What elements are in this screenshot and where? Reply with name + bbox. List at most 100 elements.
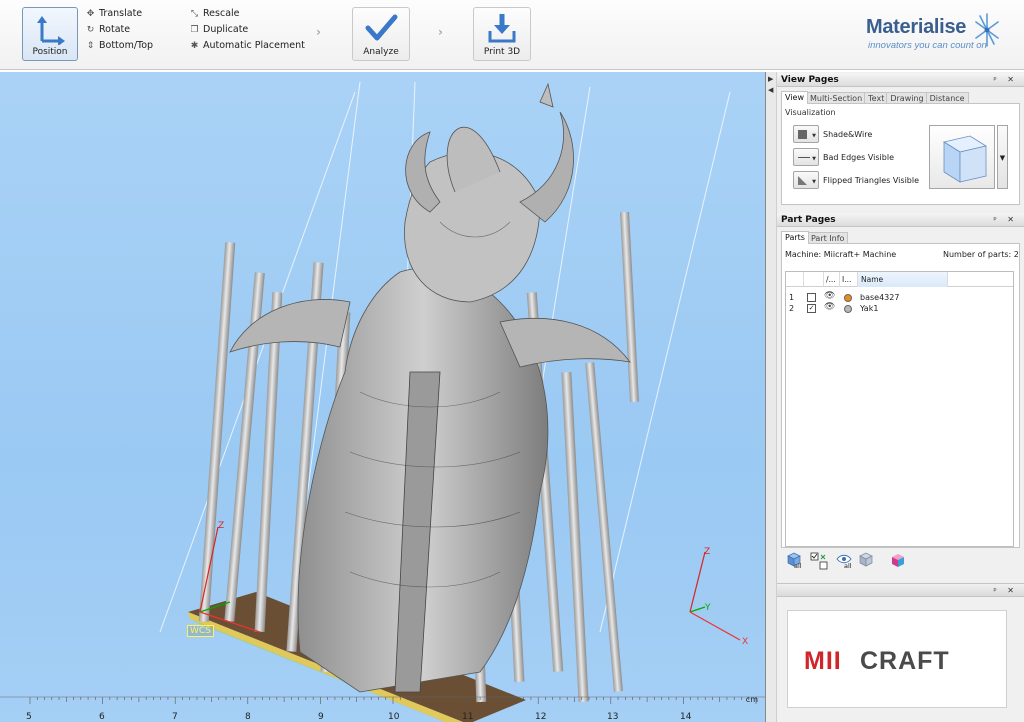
row-checkbox[interactable] xyxy=(807,293,816,302)
miicraft-logo-panel: MII CRAFT xyxy=(787,610,1007,708)
ruler-tick-label: 8 xyxy=(245,712,251,722)
tab-view[interactable]: View xyxy=(781,91,808,104)
view-pages-tabs: View Multi-Section Text Drawing Distance xyxy=(781,91,969,104)
hide-part-button[interactable] xyxy=(857,551,877,571)
rotate-tool[interactable]: ↻ Rotate xyxy=(85,23,130,37)
flipped-triangles-button[interactable]: ▼ xyxy=(793,171,819,189)
ruler-tick-label: 14 xyxy=(680,712,692,722)
ruler-tick-label: 12 xyxy=(535,712,547,722)
row-number: 1 xyxy=(789,293,795,302)
pin-close-icon[interactable]: ᵖ ✕ xyxy=(993,73,1018,87)
show-all-button[interactable]: all xyxy=(835,551,855,571)
view-cube-button[interactable] xyxy=(929,125,995,189)
parts-table[interactable]: /... I... Name 1 👁 base4327 2 ✓ 👁 Yak1 xyxy=(785,271,1014,547)
svg-text:MII: MII xyxy=(804,647,842,673)
position-icon xyxy=(37,16,65,46)
analyze-label: Analyze xyxy=(363,47,399,57)
parts-count: Number of parts: 2 xyxy=(943,250,1019,259)
part-color-dot xyxy=(844,305,852,313)
row-number: 2 xyxy=(789,304,795,313)
column-header-name[interactable]: Name xyxy=(858,272,948,287)
ruler-tick-label: 13 xyxy=(607,712,619,722)
collapse-arrow-icon[interactable]: ▶ xyxy=(768,75,773,83)
ruler-tick-label: 10 xyxy=(388,712,400,722)
ruler-tick-label: 6 xyxy=(99,712,105,722)
checkmark-icon xyxy=(365,14,398,41)
ribbon-toolbar: Position ✥ Translate ↻ Rotate ⇕ Bottom/Top … xyxy=(0,0,1024,70)
axis-y-label-right: Y xyxy=(704,603,711,613)
chevron-right-icon: › xyxy=(438,25,443,39)
brand-tagline: innovators you can count on xyxy=(868,40,987,51)
axis-z-label-right: Z xyxy=(704,547,710,557)
bad-edges-option[interactable]: ▼ Bad Edges Visible xyxy=(793,148,894,166)
ruler-tick-label: 9 xyxy=(318,712,324,722)
table-row[interactable]: 2 ✓ 👁 Yak1 xyxy=(786,302,1013,314)
table-row[interactable]: 1 👁 base4327 xyxy=(786,291,1013,303)
translate-icon: ✥ xyxy=(86,9,95,19)
duplicate-icon: ❐ xyxy=(190,25,199,35)
ruler-tick-label: 11 xyxy=(462,712,474,722)
scene-canvas: Z Z Y X xyxy=(159,81,748,722)
flipped-triangles-icon xyxy=(798,176,807,185)
toggle-check-button[interactable] xyxy=(809,551,829,571)
checkbox-toggle-icon xyxy=(810,552,828,570)
select-all-button[interactable]: all xyxy=(785,551,805,571)
cube-hide-icon xyxy=(859,552,873,567)
part-pages-tabs: Parts Part Info xyxy=(781,231,849,244)
side-panels: View Pages ᵖ ✕ View Multi-Section Text Draw… xyxy=(777,72,1024,722)
column-header-info[interactable]: I... xyxy=(840,272,858,287)
tab-parts[interactable]: Parts xyxy=(781,231,809,244)
parts-toolbar: all all xyxy=(785,551,915,573)
automatic-placement-tool[interactable]: ✱ Automatic Placement xyxy=(189,39,305,53)
chevron-right-icon: › xyxy=(316,25,321,39)
brand-name: Materialise xyxy=(866,16,967,38)
part-pages-title-bar: Part Pages ᵖ ✕ xyxy=(777,213,1024,227)
part-color-dot xyxy=(844,294,852,302)
column-header-visibility[interactable]: /... xyxy=(824,272,840,287)
color-parts-button[interactable] xyxy=(889,551,909,571)
table-header: /... I... Name xyxy=(786,272,1013,287)
rescale-icon: ⤡ xyxy=(190,9,199,19)
wcs-label: WCS xyxy=(187,625,214,637)
bottom-top-tool[interactable]: ⇕ Bottom/Top xyxy=(85,39,153,53)
panel-splitter[interactable]: ▶ ◀ xyxy=(766,72,777,722)
shade-wire-option[interactable]: ▼ Shade&Wire xyxy=(793,125,872,143)
ruler-tick-label: 7 xyxy=(172,712,178,722)
rescale-tool[interactable]: ⤡ Rescale xyxy=(189,7,240,21)
view-cube-dropdown[interactable]: ▼ xyxy=(997,125,1008,189)
axis-z-label-left: Z xyxy=(218,521,224,531)
materialise-logo: Materialise innovators you can count on xyxy=(866,13,999,56)
translate-tool[interactable]: ✥ Translate xyxy=(85,7,142,21)
3d-viewport[interactable]: Z Z Y X WCS 5 6 7 8 9 10 11 12 13 14 cm xyxy=(0,72,766,722)
position-label: Position xyxy=(32,47,68,57)
print-3d-button[interactable]: Print 3D xyxy=(473,7,531,61)
view-pages-title: View Pages xyxy=(781,75,839,85)
machine-label: Machine: Miicraft+ Machine xyxy=(785,250,897,259)
analyze-button[interactable]: Analyze xyxy=(352,7,410,61)
bad-edges-button[interactable]: ▼ xyxy=(793,148,819,166)
shade-wire-icon xyxy=(798,130,807,139)
eye-icon[interactable]: 👁 xyxy=(824,302,835,312)
part-name: base4327 xyxy=(860,293,900,302)
flipped-triangles-option[interactable]: ▼ Flipped Triangles Visible xyxy=(793,171,919,189)
print-3d-icon xyxy=(488,14,516,43)
part-name: Yak1 xyxy=(860,304,879,313)
row-checkbox[interactable]: ✓ xyxy=(807,304,816,313)
ruler-tick-label: 5 xyxy=(26,712,32,722)
ruler-unit: cm xyxy=(745,695,758,704)
shade-wire-button[interactable]: ▼ xyxy=(793,125,819,143)
visualization-label: Visualization xyxy=(785,108,836,117)
duplicate-tool[interactable]: ❐ Duplicate xyxy=(189,23,248,37)
expand-arrow-icon[interactable]: ◀ xyxy=(768,86,773,94)
position-button[interactable]: Position xyxy=(22,7,78,61)
miicraft-logo: MII CRAFT xyxy=(804,647,950,673)
svg-text:CRAFT: CRAFT xyxy=(860,647,950,673)
rotate-icon: ↻ xyxy=(86,25,95,35)
view-cube-icon xyxy=(942,135,988,183)
eye-icon[interactable]: 👁 xyxy=(824,291,835,301)
axis-gizmo-right xyxy=(689,551,741,641)
brand-star-icon xyxy=(975,13,999,47)
view-pages-title-bar: View Pages ᵖ ✕ xyxy=(777,73,1024,87)
pin-close-icon[interactable]: ᵖ ✕ xyxy=(993,213,1018,227)
pin-close-icon[interactable]: ᵖ ✕ xyxy=(993,586,1018,595)
